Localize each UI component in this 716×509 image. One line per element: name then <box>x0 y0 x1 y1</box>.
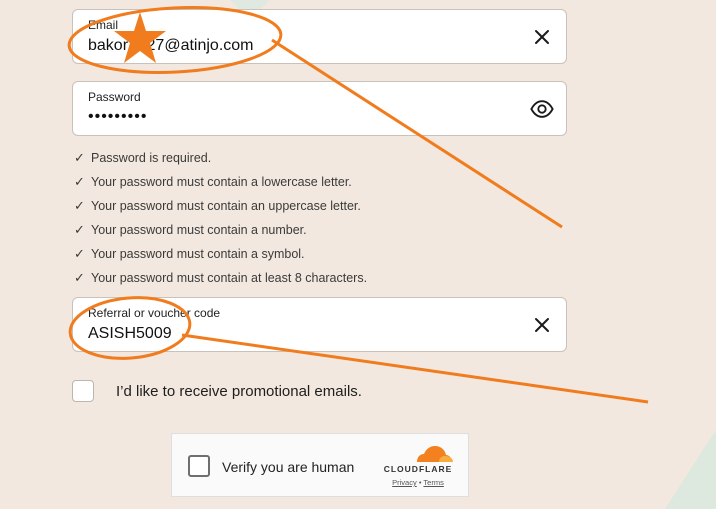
verify-human-label: Verify you are human <box>222 459 355 475</box>
cloudflare-logo: CLOUDFLARE Privacy • Terms <box>379 444 457 492</box>
requirement-item: ✓ Password is required. <box>74 146 367 170</box>
requirement-text: Password is required. <box>91 151 212 165</box>
link-separator: • <box>418 478 422 487</box>
requirement-item: ✓ Your password must contain an uppercase… <box>74 194 367 218</box>
check-icon: ✓ <box>74 174 85 189</box>
requirement-text: Your password must contain a lowercase l… <box>91 175 352 189</box>
requirement-item: ✓ Your password must contain at least 8 c… <box>74 266 367 290</box>
promo-emails-checkbox[interactable] <box>72 380 94 402</box>
verify-human-checkbox[interactable] <box>188 455 210 477</box>
eye-icon <box>530 99 554 118</box>
referral-code-field[interactable]: Referral or voucher code ASISH5009 <box>72 297 567 352</box>
email-label: Email <box>88 18 119 32</box>
check-icon: ✓ <box>74 222 85 237</box>
clear-referral-button[interactable] <box>530 313 554 337</box>
promo-emails-option[interactable]: I’d like to receive promotional emails. <box>72 380 362 402</box>
promo-emails-label: I’d like to receive promotional emails. <box>116 382 362 400</box>
email-field[interactable]: Email bakor 027@atinjo.com <box>72 9 567 64</box>
close-icon <box>535 29 549 44</box>
cloudflare-captcha: Verify you are human CLOUDFLARE Privacy … <box>171 433 469 497</box>
check-icon: ✓ <box>74 246 85 261</box>
check-icon: ✓ <box>74 150 85 165</box>
clear-email-button[interactable] <box>530 25 554 49</box>
cloudflare-brand: CLOUDFLARE <box>383 464 453 474</box>
requirement-item: ✓ Your password must contain a lowercase … <box>74 170 367 194</box>
password-requirements: ✓ Password is required. ✓ Your password mu… <box>74 146 367 290</box>
requirement-text: Your password must contain a number. <box>91 223 307 237</box>
referral-value[interactable]: ASISH5009 <box>88 325 172 343</box>
close-icon <box>535 317 549 332</box>
requirement-text: Your password must contain a symbol. <box>91 247 305 261</box>
cloud-icon <box>417 446 453 462</box>
password-field[interactable]: Password ••••••••• <box>72 81 567 136</box>
check-icon: ✓ <box>74 198 85 213</box>
check-icon: ✓ <box>74 270 85 285</box>
requirement-item: ✓ Your password must contain a symbol. <box>74 242 367 266</box>
requirement-item: ✓ Your password must contain a number. <box>74 218 367 242</box>
show-password-button[interactable] <box>530 97 554 121</box>
requirement-text: Your password must contain an uppercase … <box>91 199 361 213</box>
terms-link[interactable]: Terms <box>423 478 443 487</box>
captcha-links: Privacy • Terms <box>379 478 457 487</box>
password-label: Password <box>88 90 141 104</box>
password-value[interactable]: ••••••••• <box>88 108 147 126</box>
requirement-text: Your password must contain at least 8 ch… <box>91 271 368 285</box>
privacy-link[interactable]: Privacy <box>392 478 417 487</box>
referral-label: Referral or voucher code <box>88 306 221 320</box>
email-value[interactable]: bakor 027@atinjo.com <box>88 37 254 55</box>
